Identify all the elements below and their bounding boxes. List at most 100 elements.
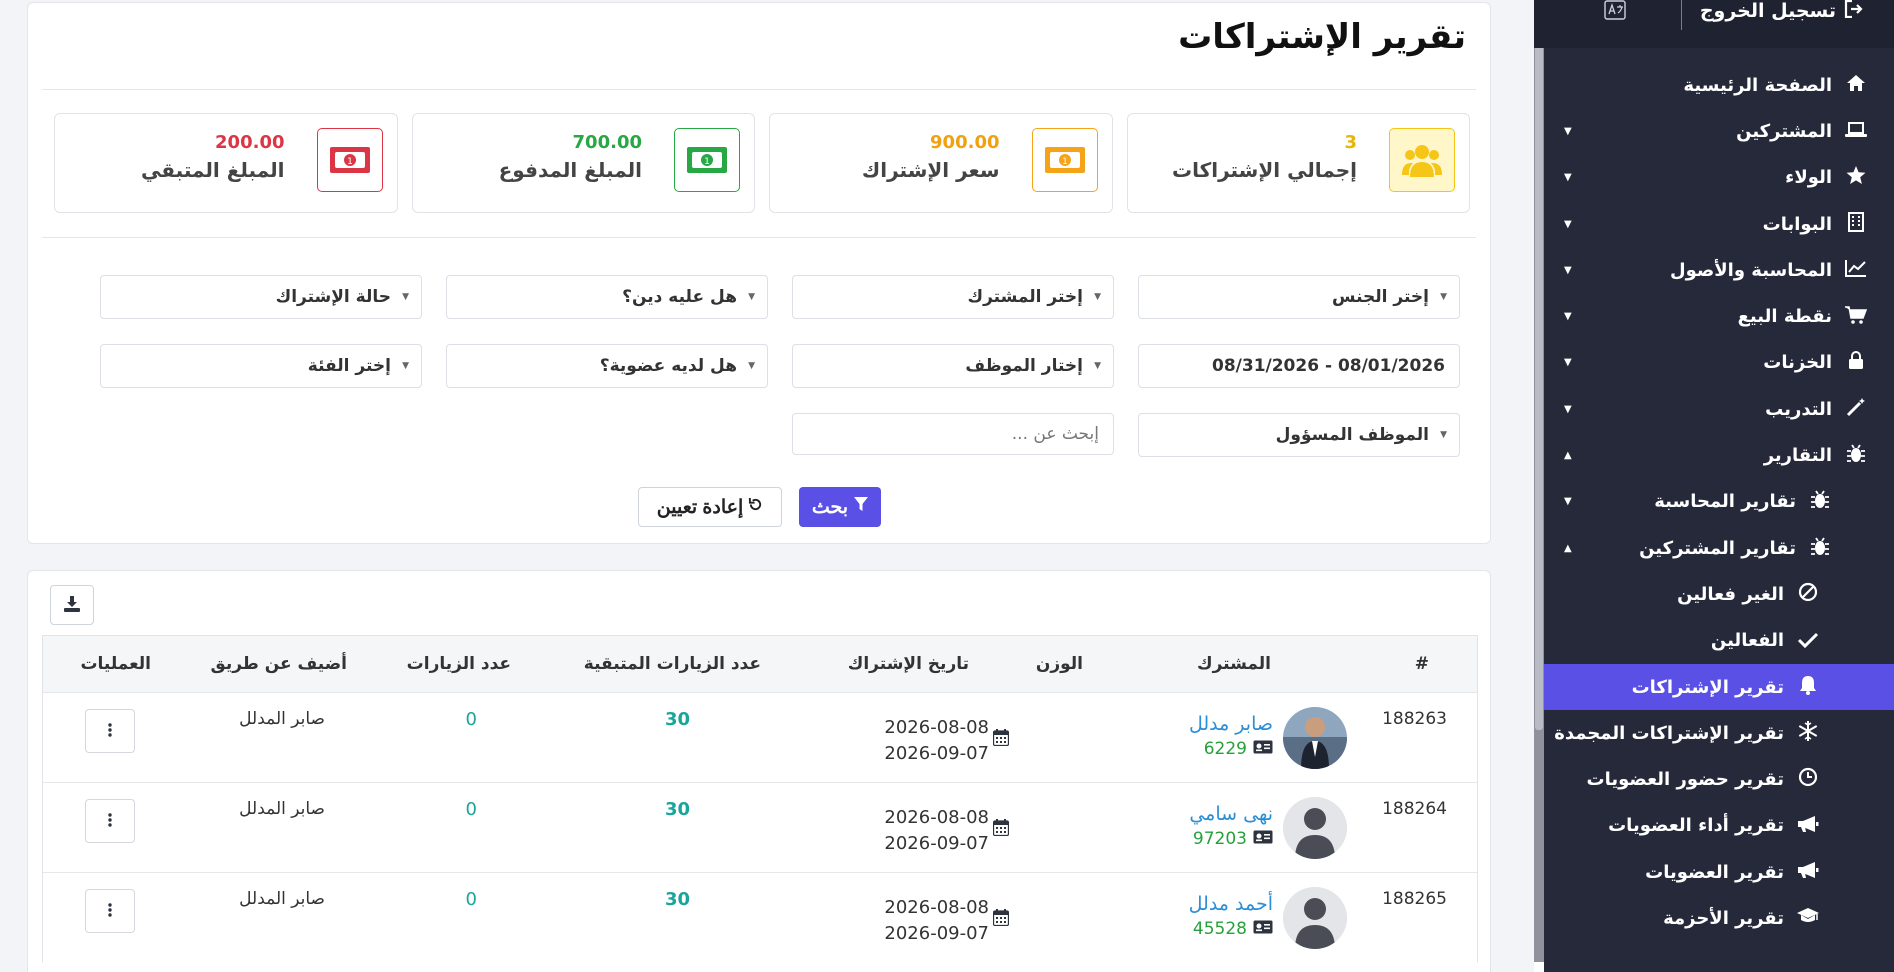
stat-paid-amount: 1 700.00 المبلغ المدفوع xyxy=(411,113,755,213)
col-weight: الوزن xyxy=(1035,654,1083,674)
table-row: 188263 صابر مدلل 6229 2026-08-08 2026-09… xyxy=(43,692,1477,782)
col-added-by: أضيف عن طريق xyxy=(210,654,347,674)
download-button[interactable] xyxy=(50,585,94,625)
sidebar-item-label: التدريب xyxy=(1765,398,1832,420)
divider xyxy=(1681,0,1682,30)
caret-down-icon: ▼ xyxy=(1564,403,1572,415)
search-button[interactable]: بحث xyxy=(799,487,881,527)
avatar[interactable] xyxy=(1283,707,1347,769)
date-range-input[interactable]: 08/31/2026 - 08/01/2026 xyxy=(1138,344,1460,388)
filter-row: 08/31/2026 - 08/01/2026 ▼ إختار الموظف ▼ ه… xyxy=(90,344,1460,388)
scrollbar[interactable] xyxy=(1534,0,1544,972)
svg-text:1: 1 xyxy=(704,157,710,167)
stat-value: 200.00 xyxy=(215,132,285,153)
caret-down-icon: ▼ xyxy=(1440,292,1447,302)
sidebar-item-safes[interactable]: الخزنات ▼ xyxy=(1544,340,1894,386)
sidebar-item-loyalty[interactable]: الولاء ▼ xyxy=(1544,155,1894,201)
sign-out-icon xyxy=(1844,0,1864,23)
star-icon xyxy=(1842,165,1870,190)
sidebar-item-memberships-report[interactable]: تقرير العضويات xyxy=(1544,849,1894,895)
stat-value: 900.00 xyxy=(930,132,1000,153)
sidebar-item-subscriptions-report[interactable]: تقرير الإشتراكات xyxy=(1544,663,1894,711)
sidebar-item-accounting[interactable]: المحاسبة والأصول ▼ xyxy=(1544,247,1894,293)
reset-button[interactable]: إعادة تعيين xyxy=(638,487,782,527)
sidebar-item-label: تقرير العضويات xyxy=(1645,861,1784,883)
caret-up-icon: ▲ xyxy=(1564,450,1572,462)
sidebar-item-label: نقطة البيع xyxy=(1737,306,1832,328)
snowflake-icon xyxy=(1794,720,1822,746)
responsible-employee-select[interactable]: ▼ الموظف المسؤول xyxy=(1138,413,1460,457)
sidebar-item-training[interactable]: التدريب ▼ xyxy=(1544,386,1894,432)
sidebar-item-subscriber-reports[interactable]: تقارير المشتركين ▲ xyxy=(1544,525,1894,571)
check-icon xyxy=(1794,629,1822,653)
status-select[interactable]: ▼ حالة الإشتراك xyxy=(100,275,422,319)
filter-icon xyxy=(854,496,869,518)
sidebar-item-reports[interactable]: التقارير ▲ xyxy=(1544,432,1894,478)
filter-row: ▼ إختر الجنس ▼ إختر المشترك ▼ هل عليه دين؟ … xyxy=(90,275,1460,319)
users-icon xyxy=(1389,128,1455,192)
bug-icon xyxy=(1842,443,1870,468)
sidebar-topbar: تسجيل الخروج xyxy=(1534,0,1894,48)
sidebar-item-pos[interactable]: نقطة البيع ▼ xyxy=(1544,293,1894,339)
caret-down-icon: ▼ xyxy=(1440,430,1447,440)
added-by: صابر المدلل xyxy=(239,799,325,819)
subscriber-select[interactable]: ▼ إختر المشترك xyxy=(792,275,1114,319)
sidebar-item-belts-report[interactable]: تقرير الأحزمة xyxy=(1544,895,1894,941)
page-title: تقرير الإشتراكات xyxy=(1178,17,1466,57)
sidebar-item-membership-performance-report[interactable]: تقرير أداء العضويات xyxy=(1544,803,1894,849)
select-value: إختار الموظف xyxy=(965,356,1083,376)
money-icon: 1 xyxy=(674,128,740,192)
stat-label: إجمالي الإشتراكات xyxy=(1171,158,1357,182)
subscriber-name-link[interactable]: أحمد مدلل xyxy=(1189,893,1273,915)
avatar[interactable] xyxy=(1283,797,1347,859)
date-range-value: 08/31/2026 - 08/01/2026 xyxy=(1212,356,1445,376)
subscriber-name-link[interactable]: نهى سامي xyxy=(1189,803,1273,825)
employee-select[interactable]: ▼ إختار الموظف xyxy=(792,344,1114,388)
sidebar-item-label: الخزنات xyxy=(1763,352,1832,374)
select-value: إختر الجنس xyxy=(1332,287,1429,307)
ellipsis-vertical-icon xyxy=(108,812,112,830)
sidebar-item-subscribers[interactable]: المشتركين ▼ xyxy=(1544,108,1894,154)
sidebar-item-gates[interactable]: البوابات ▼ xyxy=(1544,201,1894,247)
table-header: # المشترك الوزن تاريخ الإشتراك عدد الزيا… xyxy=(43,636,1477,692)
sidebar-item-membership-attendance-report[interactable]: تقرير حضور العضويات xyxy=(1544,756,1894,802)
visits-count: 0 xyxy=(465,889,477,910)
subscription-dates: 2026-08-08 2026-09-07 xyxy=(884,895,989,947)
row-actions-button[interactable] xyxy=(85,709,135,753)
remaining-visits: 30 xyxy=(664,799,690,820)
start-date: 2026-08-08 xyxy=(884,897,989,918)
logout-button[interactable]: تسجيل الخروج xyxy=(1700,0,1864,22)
subscriber-code-value: 45528 xyxy=(1192,919,1247,939)
sidebar-item-frozen-subscriptions-report[interactable]: تقرير الإشتراكات المجمدة xyxy=(1544,710,1894,756)
subscription-dates: 2026-08-08 2026-09-07 xyxy=(884,715,989,767)
sidebar-item-active-members[interactable]: الفعالين xyxy=(1544,618,1894,664)
row-actions-button[interactable] xyxy=(85,889,135,933)
debt-select[interactable]: ▼ هل عليه دين؟ xyxy=(446,275,768,319)
search-input[interactable] xyxy=(792,413,1114,455)
membership-select[interactable]: ▼ هل لديه عضوية؟ xyxy=(446,344,768,388)
category-select[interactable]: ▼ إختر الفئة xyxy=(100,344,422,388)
sidebar-item-label: الفعالين xyxy=(1710,630,1784,652)
avatar[interactable] xyxy=(1283,887,1347,949)
id-card-icon xyxy=(1253,829,1273,849)
clock-icon xyxy=(1794,767,1822,792)
sidebar-item-inactive[interactable]: الغير فعالين xyxy=(1544,571,1894,617)
sidebar: تسجيل الخروج الصفحة الرئيسية المشتركين ▼… xyxy=(1534,0,1894,972)
language-icon[interactable] xyxy=(1604,0,1626,24)
ellipsis-vertical-icon xyxy=(108,722,112,740)
calendar-icon xyxy=(992,909,1010,930)
gender-select[interactable]: ▼ إختر الجنس xyxy=(1138,275,1460,319)
sidebar-item-label: المشتركين xyxy=(1736,120,1832,142)
row-actions-button[interactable] xyxy=(85,799,135,843)
subscriber-name-link[interactable]: صابر مدلل xyxy=(1189,713,1273,735)
filters: ▼ إختر الجنس ▼ إختر المشترك ▼ هل عليه دين؟ … xyxy=(90,275,1460,482)
sidebar-item-label: تقرير حضور العضويات xyxy=(1586,769,1784,791)
download-icon xyxy=(64,595,80,615)
report-filter-card: تقرير الإشتراكات 3 إجمالي الإشتراكات 1 9… xyxy=(27,2,1491,544)
stat-value: 3 xyxy=(1344,132,1357,153)
sidebar-item-accounting-reports[interactable]: تقارير المحاسبة ▼ xyxy=(1544,479,1894,525)
scrollbar-thumb[interactable] xyxy=(1535,0,1543,730)
sidebar-item-label: تقرير الإشتراكات xyxy=(1631,676,1784,698)
end-date: 2026-09-07 xyxy=(884,833,989,854)
sidebar-item-home[interactable]: الصفحة الرئيسية xyxy=(1544,62,1894,108)
